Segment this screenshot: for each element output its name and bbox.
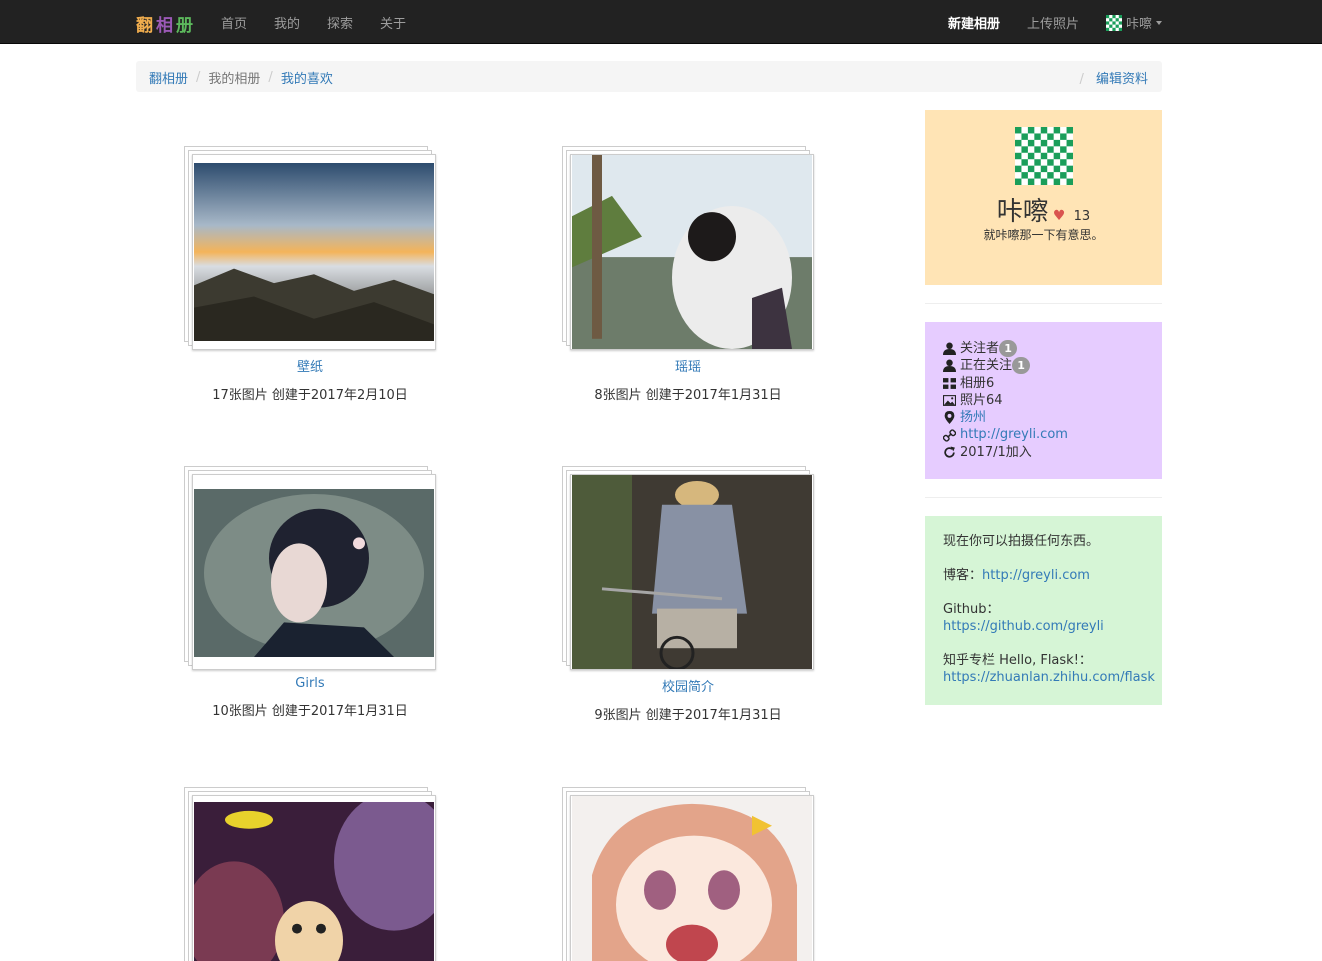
main-nav: 首页 我的 探索 关于 bbox=[221, 13, 433, 32]
location-link[interactable]: 扬州 bbox=[960, 409, 986, 426]
stack-layer bbox=[570, 154, 814, 350]
album-cover-stack[interactable] bbox=[562, 787, 814, 961]
link-icon bbox=[943, 428, 956, 442]
map-marker-icon bbox=[944, 411, 955, 425]
zhihu-label: 知乎专栏 Hello, Flask!： bbox=[943, 653, 1092, 668]
photos-count: 照片64 bbox=[960, 392, 1003, 408]
album-cover-stack[interactable] bbox=[184, 787, 436, 961]
breadcrumb: 翻相册 / 我的相册 / 我的喜欢 / 编辑资料 bbox=[136, 61, 1162, 92]
album-cover-image bbox=[194, 163, 434, 341]
profile-avatar[interactable] bbox=[1014, 127, 1073, 185]
user-nav: 新建相册 上传照片 咔嚓 bbox=[921, 13, 1162, 32]
nav-mine[interactable]: 我的 bbox=[274, 13, 300, 32]
stats-panel: 关注者 1 正在关注 1 相册6 照片64 扬州 http://greyli.c… bbox=[925, 322, 1162, 479]
profile-name: 咔嚓 bbox=[996, 197, 1049, 227]
brand-logo[interactable]: 翻相册 bbox=[136, 11, 196, 36]
user-menu-toggle[interactable]: 咔嚓 bbox=[1105, 13, 1162, 32]
nav-explore[interactable]: 探索 bbox=[327, 13, 353, 32]
github-label: Github： bbox=[943, 602, 1000, 617]
edit-profile-link[interactable]: 编辑资料 bbox=[1096, 72, 1148, 87]
grid-icon bbox=[943, 377, 956, 389]
website-row: http://greyli.com bbox=[943, 426, 1144, 443]
followers-row[interactable]: 关注者 1 bbox=[943, 340, 1144, 358]
album-meta: 9张图片 创建于2017年1月31日 bbox=[594, 708, 782, 723]
album-card: 校园简介 9张图片 创建于2017年1月31日 bbox=[562, 466, 814, 723]
user-icon bbox=[943, 359, 956, 373]
stack-layer bbox=[570, 474, 814, 670]
album-card: 瑶瑶 8张图片 创建于2017年1月31日 bbox=[562, 146, 814, 403]
brand-char-1: 翻 bbox=[136, 16, 156, 36]
breadcrumb-home[interactable]: 翻相册 bbox=[149, 68, 188, 87]
profile-bio: 就咔嚓那一下有意思。 bbox=[983, 228, 1104, 242]
blog-label: 博客： bbox=[943, 568, 983, 583]
album-title-link[interactable]: Girls bbox=[295, 676, 324, 691]
caret-down-icon bbox=[1156, 20, 1162, 25]
location-row: 扬州 bbox=[943, 409, 1144, 426]
profile-panel: 咔嚓 ♥ 13 就咔嚓那一下有意思。 bbox=[925, 110, 1162, 285]
albums-count-row: 相册6 bbox=[943, 375, 1144, 392]
github-link[interactable]: https://github.com/greyli bbox=[943, 619, 1104, 634]
breadcrumb-separator: / bbox=[1079, 72, 1084, 87]
top-navbar: 翻相册 首页 我的 探索 关于 新建相册 上传照片 咔嚓 bbox=[0, 0, 1322, 44]
album-title-link[interactable]: 校园简介 bbox=[662, 680, 714, 695]
album-card bbox=[184, 787, 436, 961]
user-icon bbox=[943, 342, 956, 356]
user-avatar-icon bbox=[1105, 14, 1122, 31]
joined-row: 2017/1加入 bbox=[943, 444, 1144, 461]
album-cover-image bbox=[572, 475, 812, 669]
following-label: 正在关注 bbox=[960, 358, 1013, 374]
picture-icon bbox=[943, 395, 956, 406]
following-badge: 1 bbox=[1012, 357, 1031, 375]
profile-name-row: 咔嚓 ♥ 13 bbox=[925, 191, 1162, 228]
album-cover-image bbox=[572, 155, 812, 349]
album-meta: 17张图片 创建于2017年2月10日 bbox=[212, 388, 408, 403]
photos-count-row: 照片64 bbox=[943, 392, 1144, 409]
divider bbox=[925, 497, 1162, 498]
album-cover-stack[interactable] bbox=[184, 146, 436, 350]
brand-char-3: 册 bbox=[176, 16, 196, 36]
breadcrumb-my-likes[interactable]: 我的喜欢 bbox=[281, 68, 333, 87]
breadcrumb-separator: / bbox=[196, 70, 201, 85]
username-label: 咔嚓 bbox=[1125, 17, 1152, 32]
stack-layer bbox=[192, 474, 436, 670]
blog-link[interactable]: http://greyli.com bbox=[982, 568, 1090, 583]
album-title-link[interactable]: 瑶瑶 bbox=[675, 360, 701, 375]
breadcrumb-my-albums: 我的相册 bbox=[208, 72, 261, 87]
about-intro: 现在你可以拍摄任何东西。 bbox=[943, 534, 1100, 549]
album-card: Girls 10张图片 创建于2017年1月31日 bbox=[184, 466, 436, 719]
likes-count: 13 bbox=[1073, 209, 1091, 224]
followers-label: 关注者 bbox=[960, 341, 1000, 356]
album-cover-image bbox=[194, 802, 434, 961]
album-cover-image bbox=[194, 489, 434, 657]
joined-date: 2017/1加入 bbox=[960, 444, 1032, 460]
album-meta: 8张图片 创建于2017年1月31日 bbox=[594, 388, 782, 403]
nav-about[interactable]: 关于 bbox=[380, 13, 406, 32]
stack-layer bbox=[192, 795, 436, 961]
album-cover-image bbox=[572, 796, 812, 961]
albums-count: 相册6 bbox=[960, 375, 995, 391]
album-cover-stack[interactable] bbox=[184, 466, 436, 670]
stack-layer bbox=[570, 795, 814, 961]
about-panel: 现在你可以拍摄任何东西。 博客：http://greyli.com Github… bbox=[925, 516, 1162, 705]
album-meta: 10张图片 创建于2017年1月31日 bbox=[212, 704, 408, 719]
nav-home[interactable]: 首页 bbox=[221, 13, 247, 32]
brand-char-2: 相 bbox=[156, 16, 176, 36]
zhihu-link[interactable]: https://zhuanlan.zhihu.com/flask bbox=[943, 670, 1155, 685]
new-album-link[interactable]: 新建相册 bbox=[948, 13, 1000, 32]
album-card bbox=[562, 787, 814, 961]
refresh-icon bbox=[944, 446, 955, 458]
following-row[interactable]: 正在关注 1 bbox=[943, 357, 1144, 375]
stack-layer bbox=[192, 154, 436, 350]
followers-badge: 1 bbox=[999, 340, 1018, 358]
album-cover-stack[interactable] bbox=[562, 146, 814, 350]
heart-icon: ♥ bbox=[1052, 208, 1066, 224]
album-card: 壁纸 17张图片 创建于2017年2月10日 bbox=[184, 146, 436, 403]
upload-photo-link[interactable]: 上传照片 bbox=[1027, 13, 1079, 32]
album-title-link[interactable]: 壁纸 bbox=[297, 360, 323, 375]
website-link[interactable]: http://greyli.com bbox=[960, 426, 1068, 443]
divider bbox=[925, 303, 1162, 304]
breadcrumb-separator: / bbox=[268, 70, 273, 85]
album-cover-stack[interactable] bbox=[562, 466, 814, 670]
